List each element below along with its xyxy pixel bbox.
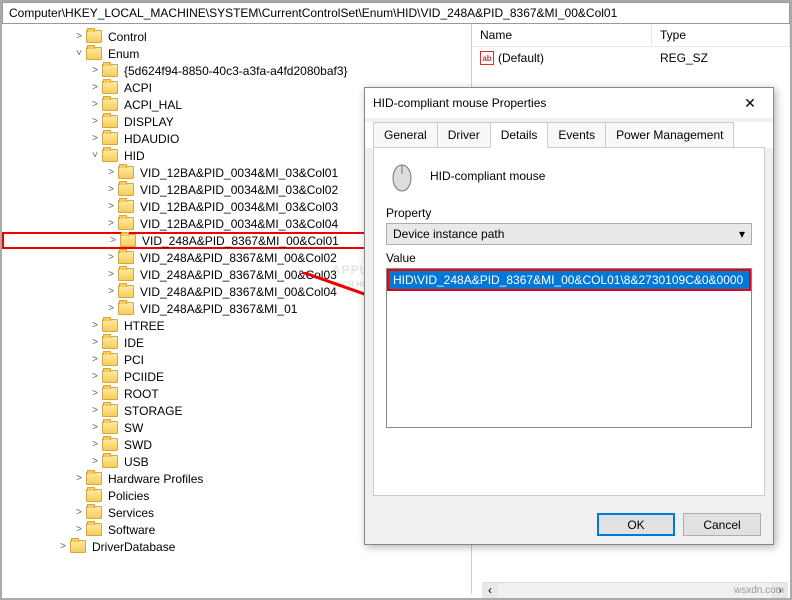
dialog-title: HID-compliant mouse Properties — [373, 96, 735, 110]
property-combo[interactable]: Device instance path ▾ — [386, 223, 752, 245]
col-name[interactable]: Name — [472, 24, 652, 47]
dialog-titlebar[interactable]: HID-compliant mouse Properties ✕ — [365, 88, 773, 118]
col-type[interactable]: Type — [652, 24, 790, 47]
list-row-default[interactable]: ab (Default) REG_SZ — [472, 47, 790, 69]
properties-dialog: HID-compliant mouse Properties ✕ General… — [364, 87, 774, 545]
property-value: Device instance path — [393, 227, 504, 241]
tab-driver[interactable]: Driver — [437, 122, 491, 148]
mouse-icon — [386, 160, 418, 192]
footer-credit: wsxdn.com — [734, 585, 784, 596]
tree-item-enum[interactable]: Enum — [2, 45, 471, 62]
list-header: Name Type — [472, 24, 790, 47]
string-icon: ab — [480, 51, 494, 65]
device-name: HID-compliant mouse — [430, 169, 545, 183]
scroll-left-icon[interactable]: ‹ — [482, 583, 498, 598]
value-label: Value — [386, 251, 752, 265]
ok-button[interactable]: OK — [597, 513, 675, 536]
tree-item-control[interactable]: Control — [2, 28, 471, 45]
value-type: REG_SZ — [652, 49, 790, 67]
address-bar[interactable]: Computer\HKEY_LOCAL_MACHINE\SYSTEM\Curre… — [2, 2, 790, 24]
chevron-down-icon: ▾ — [739, 227, 745, 241]
close-icon[interactable]: ✕ — [735, 95, 765, 112]
tab-power[interactable]: Power Management — [605, 122, 734, 148]
tree-item-guid[interactable]: {5d624f94-8850-40c3-a3fa-a4fd2080baf3} — [2, 62, 471, 79]
tab-strip: General Driver Details Events Power Mana… — [365, 122, 773, 148]
value-listbox[interactable]: HID\VID_248A&PID_8367&MI_00&COL01\8&2730… — [386, 268, 752, 428]
value-name: (Default) — [498, 51, 544, 65]
tab-panel-details: HID-compliant mouse Property Device inst… — [373, 147, 765, 496]
dialog-buttons: OK Cancel — [365, 505, 773, 544]
cancel-button[interactable]: Cancel — [683, 513, 761, 536]
tab-general[interactable]: General — [373, 122, 438, 148]
tab-events[interactable]: Events — [547, 122, 606, 148]
value-row-selected[interactable]: HID\VID_248A&PID_8367&MI_00&COL01\8&2730… — [387, 269, 751, 291]
property-label: Property — [386, 206, 752, 220]
tab-details[interactable]: Details — [490, 122, 549, 148]
